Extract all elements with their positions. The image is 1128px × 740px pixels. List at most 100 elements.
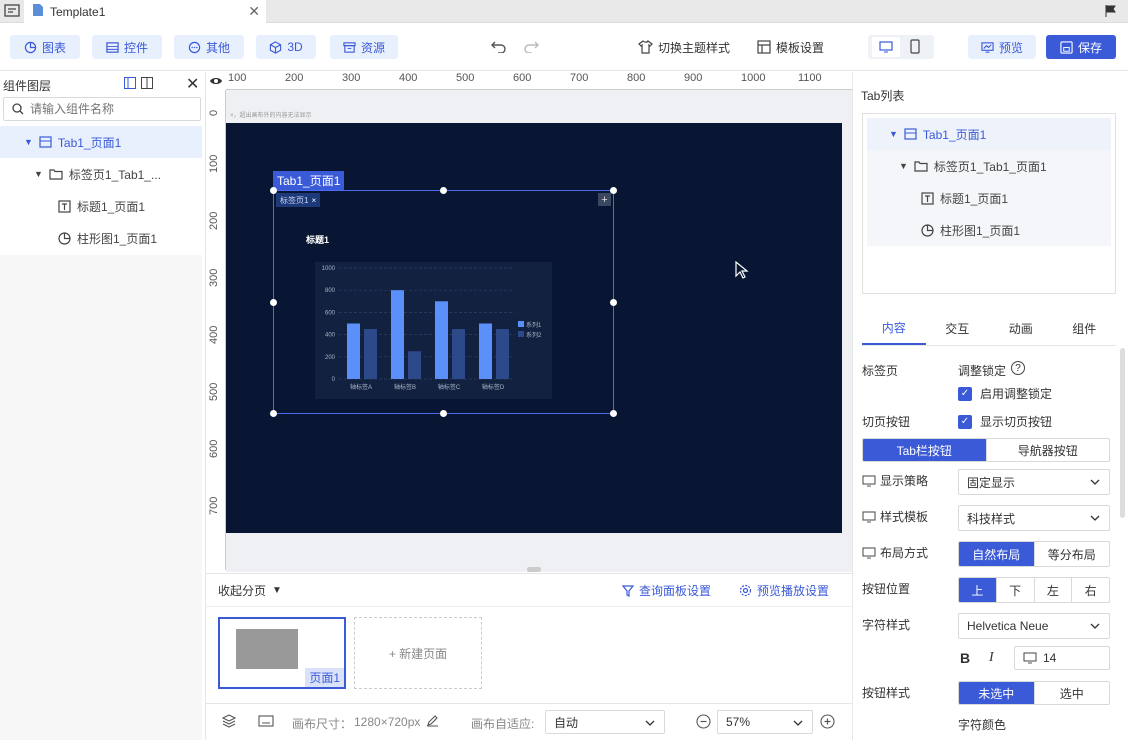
- layer-item-title[interactable]: 标题1_页面1: [0, 190, 202, 222]
- font-family-select[interactable]: Helvetica Neue: [958, 613, 1110, 639]
- caret-down-icon[interactable]: ▼: [889, 129, 898, 139]
- mobile-icon[interactable]: [910, 39, 920, 57]
- navigator-button-option[interactable]: 导航器按钮: [987, 439, 1110, 461]
- style-template-row: 样式模板: [862, 508, 928, 525]
- tab-content[interactable]: 内容: [862, 312, 926, 345]
- tab-tree-item[interactable]: 标题1_页面1: [867, 182, 1111, 214]
- widget-button[interactable]: 控件: [92, 35, 162, 59]
- scrollbar[interactable]: [1120, 348, 1125, 518]
- position-top-option[interactable]: 上: [959, 578, 997, 602]
- template-settings-button[interactable]: 模板设置: [757, 35, 824, 59]
- zoom-in-icon[interactable]: [820, 714, 835, 732]
- save-button[interactable]: 保存: [1046, 35, 1116, 59]
- style-template-select[interactable]: 科技样式: [958, 505, 1110, 531]
- caret-down-icon[interactable]: ▼: [34, 169, 43, 179]
- selected-style-option[interactable]: 选中: [1035, 682, 1110, 704]
- layer-item-tab[interactable]: ▼ Tab1_页面1: [0, 126, 202, 158]
- tab-bar-button-option[interactable]: Tab栏按钮: [863, 439, 987, 461]
- document-tab[interactable]: Template1 ✕: [24, 0, 266, 23]
- page-thumbnail[interactable]: 页面1: [218, 617, 346, 689]
- show-switch-checkbox[interactable]: ✓ 显示切页按钮: [958, 413, 1052, 430]
- undo-icon[interactable]: [491, 39, 507, 56]
- help-icon[interactable]: ?: [1011, 361, 1025, 375]
- enable-lock-checkbox[interactable]: ✓ 启用调整锁定: [958, 385, 1052, 402]
- equal-layout-option[interactable]: 等分布局: [1035, 542, 1110, 566]
- query-panel-settings[interactable]: 查询面板设置: [622, 582, 711, 599]
- tab-tree-item[interactable]: ▼ 标签页1_Tab1_页面1: [867, 150, 1111, 182]
- caret-down-icon[interactable]: ▼: [24, 137, 33, 147]
- zoom-select[interactable]: 57%: [717, 710, 813, 734]
- layout-icon[interactable]: [124, 77, 136, 92]
- switch-theme-button[interactable]: 切换主题样式: [638, 35, 730, 59]
- splitter-handle[interactable]: [527, 567, 541, 572]
- bar-chart: 0 200 400 600 800 1000 轴标签A 轴标签B 轴标签C 轴标签D 系列1 系列2: [322, 266, 542, 391]
- italic-button[interactable]: I: [989, 650, 994, 666]
- tab-interaction[interactable]: 交互: [926, 312, 990, 345]
- position-right-option[interactable]: 右: [1072, 578, 1109, 602]
- eye-icon[interactable]: [209, 75, 223, 89]
- position-bottom-option[interactable]: 下: [997, 578, 1035, 602]
- selected-widget-frame[interactable]: Tab1_页面1 标签页1 × + 标题1 0 200 400 600 800 1000 轴标…: [270, 171, 617, 417]
- layers-icon[interactable]: [221, 714, 237, 731]
- divider: [206, 606, 852, 607]
- other-button[interactable]: 其他: [174, 35, 244, 59]
- close-icon[interactable]: ✕: [248, 3, 260, 20]
- tab-component[interactable]: 组件: [1053, 312, 1117, 345]
- keyboard-icon[interactable]: [258, 715, 274, 730]
- resize-handle-nw[interactable]: [270, 187, 277, 194]
- inner-tab-button[interactable]: 标签页1 ×: [276, 193, 321, 207]
- ruler-tick-label: 0: [208, 109, 220, 116]
- search-input[interactable]: [30, 102, 190, 116]
- button-type-toggle: Tab栏按钮 导航器按钮: [862, 438, 1110, 462]
- flag-icon[interactable]: [1104, 4, 1118, 21]
- ruler-tick-label: 1000: [741, 72, 766, 84]
- layer-item-tabpage[interactable]: ▼ 标签页1_Tab1_...: [0, 158, 202, 190]
- chart-button[interactable]: 图表: [10, 35, 80, 59]
- resize-handle-n[interactable]: [440, 187, 447, 194]
- component-search[interactable]: [3, 97, 201, 121]
- bold-button[interactable]: B: [960, 650, 970, 666]
- zoom-out-icon[interactable]: [696, 714, 711, 732]
- natural-layout-option[interactable]: 自然布局: [959, 542, 1035, 566]
- unselected-style-option[interactable]: 未选中: [959, 682, 1035, 704]
- display-strategy-select[interactable]: 固定显示: [958, 469, 1110, 495]
- tab-tree-label: 标题1_页面1: [940, 191, 1009, 206]
- add-tab-icon[interactable]: +: [598, 193, 611, 206]
- preview-play-settings[interactable]: 预览播放设置: [739, 582, 829, 599]
- adapt-select[interactable]: 自动: [545, 710, 665, 734]
- resize-handle-sw[interactable]: [270, 410, 277, 417]
- bar-chart-area[interactable]: 0 200 400 600 800 1000 轴标签A 轴标签B 轴标签C 轴标签D 系列1 系列2: [315, 262, 552, 399]
- bar-2: [452, 329, 465, 379]
- split-icon[interactable]: [141, 77, 153, 92]
- property-tabs: 内容 交互 动画 组件: [862, 312, 1116, 346]
- tab-tree-item[interactable]: ▼ Tab1_页面1: [867, 118, 1111, 150]
- preview-label: 预览: [998, 40, 1023, 55]
- tab-animation[interactable]: 动画: [989, 312, 1053, 345]
- preview-button[interactable]: 预览: [968, 35, 1036, 59]
- tab-tree-item[interactable]: 柱形图1_页面1: [867, 214, 1111, 246]
- collapse-pages-button[interactable]: 收起分页 ▼: [218, 582, 282, 599]
- resize-handle-w[interactable]: [270, 299, 277, 306]
- resize-handle-e[interactable]: [610, 299, 617, 306]
- close-panel-icon[interactable]: ✕: [186, 74, 199, 94]
- pie-icon: [921, 223, 934, 237]
- app-menu-icon[interactable]: [4, 3, 20, 22]
- y-tick-label: 1000: [322, 266, 336, 272]
- design-canvas[interactable]: Tab1_页面1 标签页1 × + 标题1 0 200 400 600 800 1000 轴标…: [226, 123, 842, 533]
- redo-icon[interactable]: [523, 39, 539, 56]
- edit-icon[interactable]: [426, 714, 439, 730]
- desktop-icon[interactable]: [872, 37, 900, 57]
- resize-handle-ne[interactable]: [610, 187, 617, 194]
- layer-item-barchart[interactable]: 柱形图1_页面1: [0, 222, 202, 254]
- legend-swatch: [518, 321, 524, 327]
- font-size-input[interactable]: 14: [1014, 646, 1110, 670]
- caret-down-icon[interactable]: ▼: [899, 161, 908, 171]
- close-icon[interactable]: ×: [311, 196, 316, 205]
- resize-handle-se[interactable]: [610, 410, 617, 417]
- ruler-tick-label: 500: [208, 382, 220, 401]
- resource-button[interactable]: 资源: [330, 35, 398, 59]
- 3d-button[interactable]: 3D: [256, 35, 316, 59]
- new-page-button[interactable]: + 新建页面: [354, 617, 482, 689]
- resize-handle-s[interactable]: [440, 410, 447, 417]
- position-left-option[interactable]: 左: [1035, 578, 1073, 602]
